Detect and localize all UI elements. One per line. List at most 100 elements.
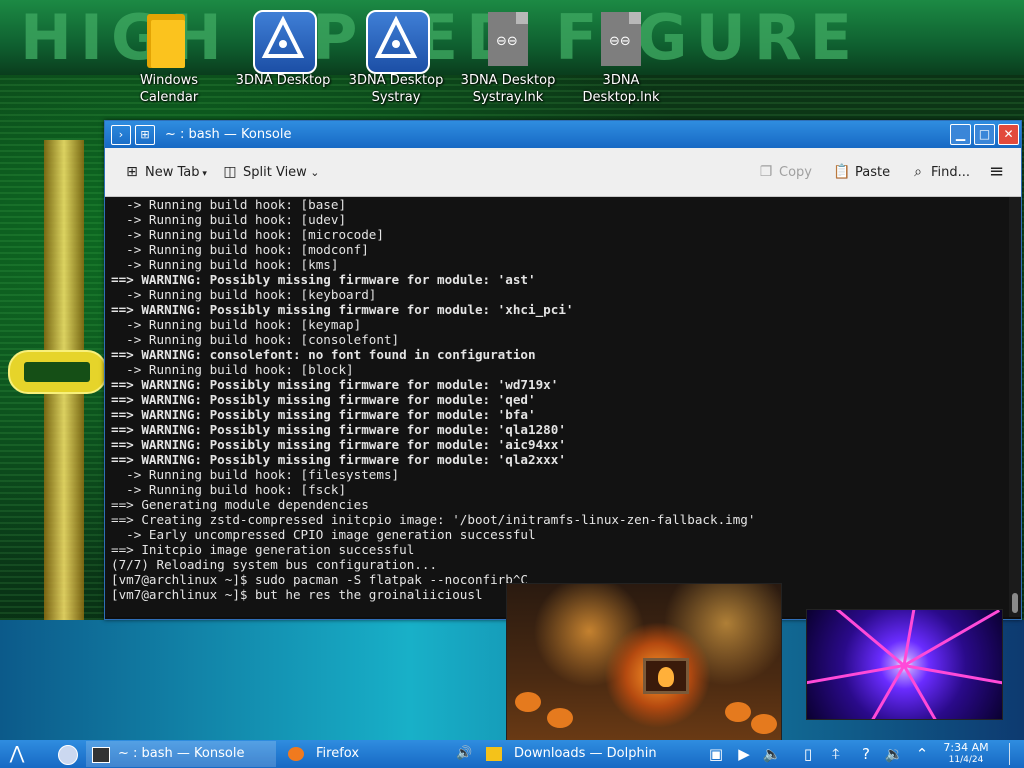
3dna-app-icon — [251, 8, 317, 74]
terminal-line: -> Running build hook: [kms] — [111, 257, 339, 272]
fireplace-image — [643, 658, 689, 694]
copy-label: Copy — [779, 165, 812, 180]
app-launcher-icon[interactable]: ⋀ — [6, 742, 28, 766]
notes-icon[interactable]: ▣ — [706, 744, 726, 764]
paste-label: Paste — [855, 165, 891, 180]
taskbar-item-label: Downloads — Dolphin — [514, 746, 657, 761]
terminal-output[interactable]: -> Running build hook: [base] -> Running… — [105, 197, 1009, 617]
desktop-icon-label: 3DNA Desktop — [235, 73, 331, 88]
desktop-icon-3dna-desktop-systray[interactable]: 3DNA Desktop Systray — [341, 8, 451, 106]
terminal-line: ==> WARNING: Possibly missing firmware f… — [111, 437, 566, 452]
terminal-line: -> Running build hook: [filesystems] — [111, 467, 400, 482]
media-play-icon[interactable]: ▶ — [734, 744, 754, 764]
taskbar: ⋀ ~ : bash — Konsole Firefox 🔊 Downloads… — [0, 740, 1024, 768]
help-icon[interactable]: ? — [856, 744, 876, 764]
shortcut-file-icon: ⊖⊖ — [476, 8, 540, 72]
terminal-line: -> Running build hook: [udev] — [111, 212, 347, 227]
search-icon: ⌕ — [914, 164, 922, 180]
terminal-line: -> Running build hook: [consolefont] — [111, 332, 400, 347]
split-view-icon: ◫ — [223, 164, 237, 180]
globe-icon[interactable] — [58, 745, 78, 765]
terminal-scrollbar[interactable] — [1009, 197, 1021, 617]
terminal-line: ==> WARNING: Possibly missing firmware f… — [111, 302, 574, 317]
maximize-button[interactable]: □ — [974, 124, 995, 145]
desktop-icon-label: 3DNA Desktop.lnk — [582, 73, 660, 105]
split-view-label: Split View — [243, 165, 307, 180]
terminal-line: -> Running build hook: [keymap] — [111, 317, 362, 332]
video-window-psychedelic[interactable] — [806, 609, 1003, 720]
desktop-icon-3dna-desktop-lnk[interactable]: ⊖⊖ 3DNA Desktop.lnk — [566, 8, 676, 106]
chevron-up-icon[interactable]: ⌃ — [912, 744, 932, 764]
taskbar-item-label: Firefox — [316, 746, 360, 761]
taskbar-item-konsole[interactable]: ~ : bash — Konsole — [86, 741, 276, 767]
minimize-button[interactable]: ▁ — [950, 124, 971, 145]
konsole-window[interactable]: › ⊞ ~ : bash — Konsole ▁ □ ✕ ⊞ New Tab ▾ … — [104, 120, 1022, 620]
desktop-icon-label: 3DNA Desktop Systray — [348, 73, 444, 105]
terminal-line: -> Running build hook: [modconf] — [111, 242, 369, 257]
desktop-icon-3dna-systray-lnk[interactable]: ⊖⊖ 3DNA Desktop Systray.lnk — [453, 8, 563, 106]
video-window-cozy-room[interactable] — [506, 583, 782, 742]
new-tab-button[interactable]: ⊞ New Tab ▾ — [123, 160, 207, 184]
window-title: ~ : bash — Konsole — [165, 127, 292, 142]
split-view-button[interactable]: ◫ Split View ⌄ — [221, 160, 319, 184]
desktop-icon-3dna-desktop[interactable]: 3DNA Desktop — [228, 8, 338, 89]
terminal-line: ==> WARNING: Possibly missing firmware f… — [111, 407, 536, 422]
copy-icon: ❐ — [759, 164, 773, 180]
pumpkin-image — [547, 708, 573, 728]
terminal-icon[interactable]: › — [111, 125, 131, 145]
find-button[interactable]: ⌕ Find... — [909, 160, 970, 184]
terminal-line: ==> WARNING: Possibly missing firmware f… — [111, 272, 536, 287]
terminal-line: -> Early uncompressed CPIO image generat… — [111, 527, 536, 542]
pumpkin-image — [515, 692, 541, 712]
audio-playing-icon[interactable]: 🔊 — [456, 741, 472, 767]
new-tab-icon: ⊞ — [126, 164, 138, 180]
terminal-line: ==> WARNING: Possibly missing firmware f… — [111, 377, 559, 392]
folder-icon — [486, 747, 502, 761]
terminal-icon — [92, 747, 110, 763]
close-button[interactable]: ✕ — [998, 124, 1019, 145]
clock-time[interactable]: 7:34 AM — [940, 741, 992, 754]
terminal-line: ==> WARNING: Possibly missing firmware f… — [111, 422, 566, 437]
konsole-toolbar: ⊞ New Tab ▾ ◫ Split View ⌄ ❐ Copy 📋 Paste ⌕ F… — [105, 148, 1021, 197]
window-titlebar[interactable]: › ⊞ ~ : bash — Konsole ▁ □ ✕ — [105, 121, 1021, 148]
window-menu-icon[interactable]: ⊞ — [135, 125, 155, 145]
terminal-line: -> Running build hook: [base] — [111, 197, 347, 212]
terminal-line: (7/7) Reloading system bus configuration… — [111, 557, 438, 572]
shortcut-file-icon: ⊖⊖ — [589, 8, 653, 72]
paste-button[interactable]: 📋 Paste — [833, 160, 890, 184]
paste-icon: 📋 — [833, 164, 851, 180]
pumpkin-image — [725, 702, 751, 722]
usb-icon[interactable]: ⍏ — [826, 744, 846, 764]
terminal-line: -> Running build hook: [block] — [111, 362, 354, 377]
wallpaper-badge — [8, 350, 107, 394]
new-tab-label: New Tab — [145, 165, 200, 180]
speaker-icon[interactable]: 🔉 — [884, 744, 904, 764]
volume-icon[interactable]: 🔈 — [762, 744, 782, 764]
taskbar-item-firefox[interactable]: Firefox 🔊 — [282, 741, 476, 767]
firefox-icon — [288, 747, 304, 761]
3dna-app-icon — [364, 8, 430, 74]
terminal-line: -> Running build hook: [microcode] — [111, 227, 384, 242]
desktop-icon-label: Windows Calendar — [139, 73, 199, 105]
taskbar-item-dolphin[interactable]: Downloads — Dolphin — [480, 741, 694, 767]
folder-icon — [137, 8, 201, 72]
terminal-line: ==> WARNING: Possibly missing firmware f… — [111, 452, 566, 467]
taskbar-item-label: ~ : bash — Konsole — [118, 746, 245, 761]
find-label: Find... — [931, 165, 971, 180]
clock-date[interactable]: 11/4/24 — [940, 754, 992, 766]
terminal-line: ==> Initcpio image generation successful — [111, 542, 415, 557]
terminal-line: ==> WARNING: Possibly missing firmware f… — [111, 392, 536, 407]
terminal-line: ==> Generating module dependencies — [111, 497, 369, 512]
show-desktop-button[interactable] — [1009, 743, 1022, 765]
terminal-line: ==> WARNING: consolefont: no font found … — [111, 347, 536, 362]
terminal-line: -> Running build hook: [keyboard] — [111, 287, 377, 302]
scrollbar-thumb[interactable] — [1012, 593, 1018, 613]
pumpkin-image — [751, 714, 777, 734]
copy-button[interactable]: ❐ Copy — [757, 160, 812, 184]
desktop-icon-windows-calendar[interactable]: Windows Calendar — [114, 8, 224, 106]
terminal-line: -> Running build hook: [fsck] — [111, 482, 347, 497]
terminal-line: ==> Creating zstd-compressed initcpio im… — [111, 512, 756, 527]
hamburger-menu-icon[interactable]: ≡ — [989, 160, 1004, 184]
desktop-icon-label: 3DNA Desktop Systray.lnk — [460, 73, 556, 105]
battery-icon[interactable]: ▯ — [798, 744, 818, 764]
